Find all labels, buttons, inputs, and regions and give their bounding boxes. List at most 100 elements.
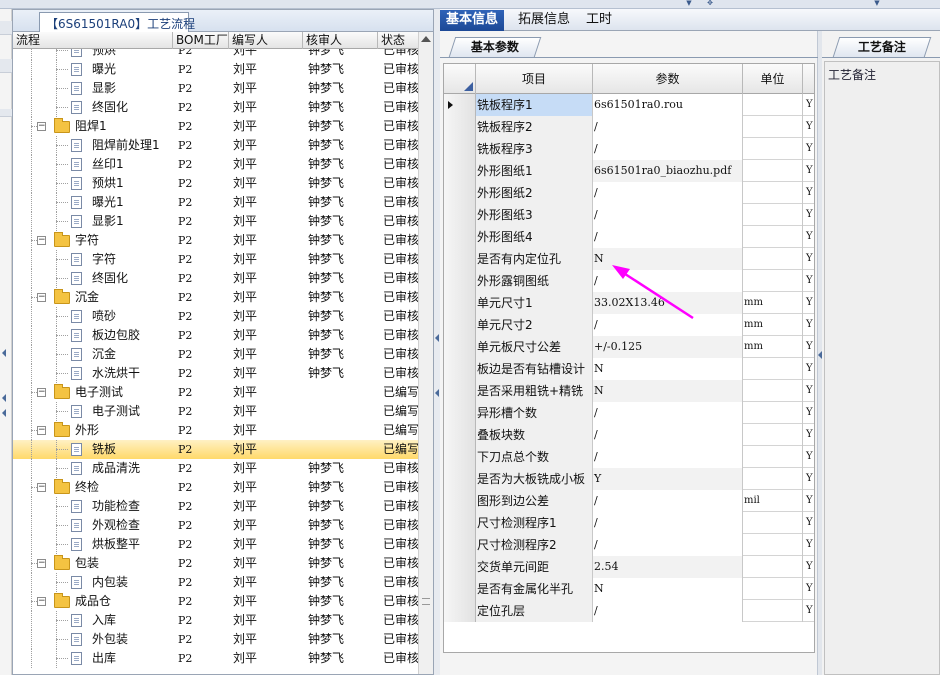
param-unit[interactable] xyxy=(743,512,803,534)
param-unit[interactable] xyxy=(743,94,803,116)
tab-process-notes[interactable]: 工艺备注 xyxy=(832,37,932,57)
param-row[interactable]: 是否为大板铣成小板 Y Y xyxy=(444,468,814,490)
param-row[interactable]: 外形露铜图纸 / Y xyxy=(444,270,814,292)
param-flag[interactable]: Y xyxy=(803,94,814,116)
tree-row[interactable]: 出库 P2 刘平 钟梦飞 已审核 xyxy=(13,649,418,668)
col-header-reviewer[interactable]: 核审人 xyxy=(303,32,378,49)
tree-row[interactable]: 终固化 P2 刘平 钟梦飞 已审核 xyxy=(13,98,418,117)
param-unit[interactable]: mil xyxy=(743,490,803,512)
collapse-toggle-icon[interactable]: − xyxy=(37,122,46,131)
param-unit[interactable] xyxy=(743,138,803,160)
tree-row[interactable]: 显影 P2 刘平 钟梦飞 已审核 xyxy=(13,79,418,98)
down-arrow-icon-right[interactable]: ▼ xyxy=(873,0,881,7)
tab-extended-info[interactable]: 拓展信息 xyxy=(512,10,576,31)
param-value[interactable]: / xyxy=(593,226,743,248)
param-value[interactable]: N xyxy=(593,358,743,380)
param-value[interactable]: / xyxy=(593,182,743,204)
param-value[interactable]: / xyxy=(593,204,743,226)
collapse-toggle-icon[interactable]: − xyxy=(37,559,46,568)
param-flag[interactable]: Y xyxy=(803,490,814,512)
down-arrow-icon[interactable]: ▼ xyxy=(685,0,693,7)
param-value[interactable]: / xyxy=(593,116,743,138)
param-unit[interactable] xyxy=(743,446,803,468)
param-value[interactable]: 33.02X13.46 xyxy=(593,292,743,314)
row-indicator[interactable] xyxy=(444,138,476,160)
param-flag[interactable]: Y xyxy=(803,204,814,226)
param-value[interactable]: / xyxy=(593,512,743,534)
param-value[interactable]: / xyxy=(593,270,743,292)
tree-row[interactable]: 入库 P2 刘平 钟梦飞 已审核 xyxy=(13,611,418,630)
param-row[interactable]: 单元尺寸1 33.02X13.46 mm Y xyxy=(444,292,814,314)
param-unit[interactable] xyxy=(743,204,803,226)
row-indicator[interactable] xyxy=(444,446,476,468)
param-value[interactable]: +/-0.125 xyxy=(593,336,743,358)
collapse-left-icon-2[interactable] xyxy=(2,394,6,402)
param-flag[interactable]: Y xyxy=(803,446,814,468)
param-unit[interactable] xyxy=(743,182,803,204)
param-value[interactable]: 6s61501ra0.rou xyxy=(593,94,743,116)
param-flag[interactable]: Y xyxy=(803,424,814,446)
tree-row[interactable]: 曝光1 P2 刘平 钟梦飞 已审核 xyxy=(13,193,418,212)
param-row[interactable]: 异形槽个数 / Y xyxy=(444,402,814,424)
tree-row[interactable]: 阻焊前处理1 P2 刘平 钟梦飞 已审核 xyxy=(13,136,418,155)
row-indicator[interactable] xyxy=(444,270,476,292)
param-flag[interactable]: Y xyxy=(803,182,814,204)
tree-row[interactable]: 丝印1 P2 刘平 钟梦飞 已审核 xyxy=(13,155,418,174)
param-flag[interactable]: Y xyxy=(803,358,814,380)
param-row[interactable]: 铣板程序2/ Y xyxy=(444,116,814,138)
collapse-toggle-icon[interactable]: − xyxy=(37,236,46,245)
row-indicator[interactable] xyxy=(444,358,476,380)
param-flag[interactable]: Y xyxy=(803,160,814,182)
param-flag[interactable]: Y xyxy=(803,248,814,270)
grid-col-param[interactable]: 参数 xyxy=(593,64,743,94)
row-indicator[interactable] xyxy=(444,490,476,512)
param-flag[interactable]: Y xyxy=(803,578,814,600)
param-row[interactable]: 单元板尺寸公差 +/-0.125 mm Y xyxy=(444,336,814,358)
param-row[interactable]: 外形图纸2/ Y xyxy=(444,182,814,204)
param-value[interactable]: / xyxy=(593,314,743,336)
scroll-up-icon[interactable] xyxy=(421,36,431,42)
collapse-toggle-icon[interactable]: − xyxy=(37,597,46,606)
tree-row[interactable]: 预烘 P2 刘平 钟梦飞 已审核 xyxy=(13,49,418,60)
tree-row[interactable]: 内包装 P2 刘平 钟梦飞 已审核 xyxy=(13,573,418,592)
row-indicator[interactable] xyxy=(444,534,476,556)
param-row[interactable]: 是否有金属化半孔 N Y xyxy=(444,578,814,600)
param-row[interactable]: 铣板程序1 6s61501ra0.rou Y xyxy=(444,94,814,116)
param-row[interactable]: 外形图纸4/ Y xyxy=(444,226,814,248)
row-indicator[interactable] xyxy=(444,402,476,424)
param-row[interactable]: 外形图纸3/ Y xyxy=(444,204,814,226)
param-row[interactable]: 单元尺寸2/mm Y xyxy=(444,314,814,336)
tree-row[interactable]: 外包装 P2 刘平 钟梦飞 已审核 xyxy=(13,630,418,649)
param-value[interactable]: / xyxy=(593,446,743,468)
param-flag[interactable]: Y xyxy=(803,336,814,358)
param-unit[interactable] xyxy=(743,402,803,424)
row-indicator[interactable] xyxy=(444,226,476,248)
param-unit[interactable] xyxy=(743,248,803,270)
tree-row[interactable]: 字符 P2 刘平 钟梦飞 已审核 xyxy=(13,250,418,269)
param-row[interactable]: 叠板块数 / Y xyxy=(444,424,814,446)
collapse-toggle-icon[interactable]: − xyxy=(37,388,46,397)
row-indicator[interactable] xyxy=(444,380,476,402)
param-flag[interactable]: Y xyxy=(803,116,814,138)
param-row[interactable]: 尺寸检测程序1/ Y xyxy=(444,512,814,534)
tree-row[interactable]: − 包装 P2 刘平 钟梦飞 已审核 xyxy=(13,554,418,573)
row-indicator[interactable] xyxy=(444,578,476,600)
tree-row[interactable]: 显影1 P2 刘平 钟梦飞 已审核 xyxy=(13,212,418,231)
param-value[interactable]: N xyxy=(593,248,743,270)
splitter-arrow-icon[interactable] xyxy=(435,334,439,342)
splitter-arrow-icon-2[interactable] xyxy=(435,389,439,397)
row-indicator[interactable] xyxy=(444,94,476,116)
param-flag[interactable]: Y xyxy=(803,402,814,424)
param-value[interactable]: / xyxy=(593,600,743,622)
param-unit[interactable] xyxy=(743,226,803,248)
row-indicator[interactable] xyxy=(444,292,476,314)
tree-row[interactable]: 板边包胶 P2 刘平 钟梦飞 已审核 xyxy=(13,326,418,345)
param-value[interactable]: / xyxy=(593,424,743,446)
row-indicator[interactable] xyxy=(444,182,476,204)
param-unit[interactable] xyxy=(743,424,803,446)
param-unit[interactable] xyxy=(743,556,803,578)
param-value[interactable]: / xyxy=(593,138,743,160)
tree-row[interactable]: − 阻焊1 P2 刘平 钟梦飞 已审核 xyxy=(13,117,418,136)
param-value[interactable]: / xyxy=(593,490,743,512)
scroll-grip-icon[interactable] xyxy=(422,598,430,605)
